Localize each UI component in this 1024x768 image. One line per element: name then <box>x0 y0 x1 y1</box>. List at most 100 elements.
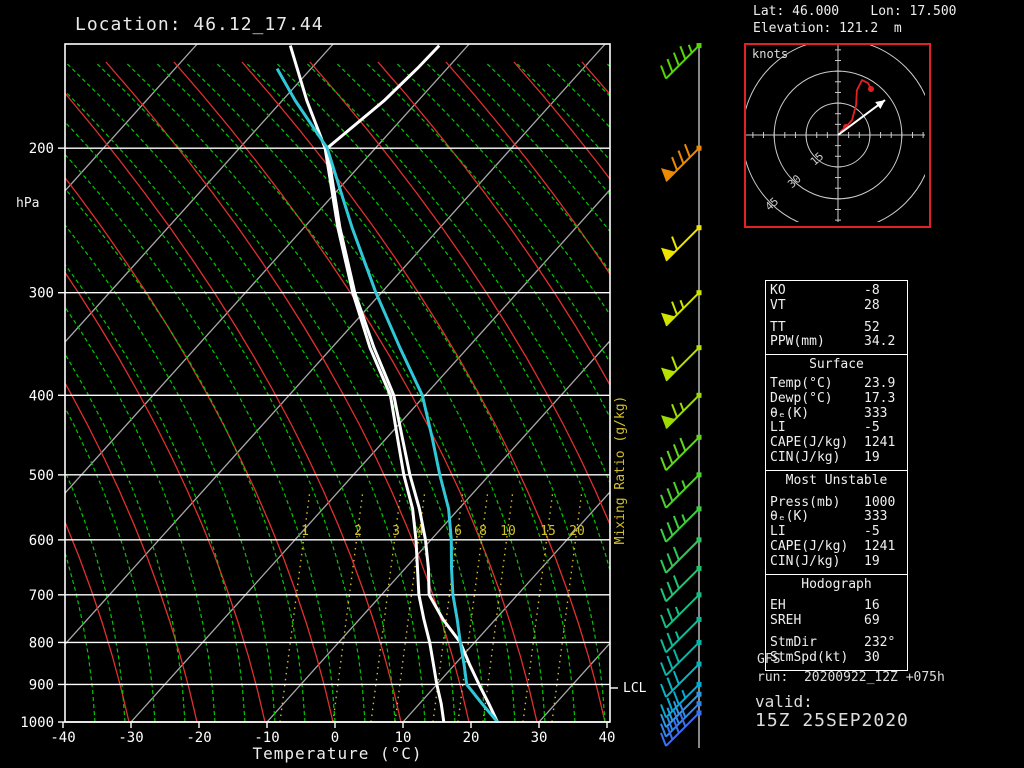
mixing-ratio-value-label: 6 <box>454 524 462 539</box>
indices-row-value: -5 <box>864 525 903 540</box>
indices-row-value: 1241 <box>864 540 903 555</box>
valid-time: 15Z 25SEP2020 <box>755 710 909 731</box>
mixing-ratio-axis-label: Mixing Ratio (g/kg) <box>613 396 628 545</box>
indices-row-value: 69 <box>864 614 903 629</box>
indices-box: KO-8VT28 TT52PPW(mm)34.2 <box>765 280 908 355</box>
indices-row: StmSpd(kt)30 <box>770 651 903 666</box>
indices-row-label: TT <box>770 321 864 336</box>
indices-row-value: 23.9 <box>864 377 903 392</box>
pressure-tick-label: 1000 <box>20 715 54 731</box>
indices-row-value: 30 <box>864 651 903 666</box>
mixing-ratio-value-label: 20 <box>569 524 585 539</box>
indices-row: StmDir232° <box>770 636 903 651</box>
indices-tables: KO-8VT28 TT52PPW(mm)34.2 Surface Temp(°C)23… <box>765 281 908 671</box>
indices-row-value: 34.2 <box>864 335 903 350</box>
wind-barb-column <box>661 43 702 748</box>
indices-row-value: 232° <box>864 636 903 651</box>
indices-row: SREH69 <box>770 614 903 629</box>
model-name: GFS <box>757 652 780 667</box>
mixing-ratio-value-label: 1 <box>301 524 309 539</box>
indices-row-label: CIN(J/kg) <box>770 555 864 570</box>
indices-box: Hodograph EH16SREH69 StmDir232°StmSpd(kt)3… <box>765 574 908 671</box>
wind-barb <box>661 640 702 676</box>
indices-row-label: CAPE(J/kg) <box>770 436 864 451</box>
indices-row-value: 1000 <box>864 496 903 511</box>
indices-row-value: 28 <box>864 299 903 314</box>
hodograph-grid: 153045 <box>746 45 925 222</box>
pressure-tick-label: 600 <box>29 533 54 549</box>
indices-row: CIN(J/kg)19 <box>770 451 903 466</box>
pressure-tick-label: 200 <box>29 141 54 157</box>
indices-row: LI-5 <box>770 525 903 540</box>
temperature-axis-label: Temperature (°C) <box>65 744 610 763</box>
hodograph-ring-label: 15 <box>808 150 827 169</box>
indices-box-header: Hodograph <box>770 578 903 593</box>
wind-barb <box>661 537 702 573</box>
indices-row-value: -8 <box>864 284 903 299</box>
indices-row-label: LI <box>770 525 864 540</box>
latlon-text: Lat: 46.000 Lon: 17.500 <box>753 4 957 19</box>
valid-label: valid: <box>755 692 813 711</box>
pressure-tick-label: 500 <box>29 468 54 484</box>
storm-motion-arrow <box>838 100 885 135</box>
indices-row-value: 1241 <box>864 436 903 451</box>
indices-row: Dewp(°C)17.3 <box>770 392 903 407</box>
indices-row-label: CIN(J/kg) <box>770 451 864 466</box>
wind-barb <box>661 144 702 181</box>
sounding-curves <box>277 46 497 722</box>
indices-row: CIN(J/kg)19 <box>770 555 903 570</box>
run-text: run: 20200922_12Z +075h <box>757 670 945 685</box>
indices-row-label: θₑ(K) <box>770 407 864 422</box>
lcl-label: LCL <box>623 681 647 696</box>
mixing-ratio-value-label: 3 <box>392 524 400 539</box>
indices-row: Press(mb)1000 <box>770 496 903 511</box>
indices-row: Temp(°C)23.9 <box>770 377 903 392</box>
indices-row-value: 333 <box>864 407 903 422</box>
elevation-text: Elevation: 121.2 m <box>753 21 902 36</box>
indices-row-label: EH <box>770 599 864 614</box>
indices-row-value: 19 <box>864 555 903 570</box>
indices-row-label: Dewp(°C) <box>770 392 864 407</box>
wind-barb <box>661 393 702 429</box>
indices-row: KO-8 <box>770 284 903 299</box>
wind-barb <box>661 43 702 79</box>
wind-barb <box>661 506 702 542</box>
indices-row-value: 333 <box>864 510 903 525</box>
indices-row-value: 17.3 <box>864 392 903 407</box>
pressure-tick-label: 900 <box>29 677 54 693</box>
wind-barb <box>661 225 702 261</box>
temperature-curve <box>327 46 497 722</box>
indices-row: CAPE(J/kg)1241 <box>770 540 903 555</box>
hodograph-panel: knots 153045 <box>744 43 931 228</box>
indices-box: Most UnstablePress(mb)1000θₑ(K)333LI-5CA… <box>765 470 908 575</box>
pressure-axis-label: hPa <box>16 196 39 211</box>
wind-barb <box>661 472 702 508</box>
mixing-ratio-value-label: 8 <box>479 524 487 539</box>
hodograph-trace <box>840 80 874 132</box>
indices-box: Surface Temp(°C)23.9Dewp(°C)17.3θₑ(K)333L… <box>765 354 908 471</box>
indices-row-label: VT <box>770 299 864 314</box>
indices-row-label: StmSpd(kt) <box>770 651 864 666</box>
indices-box-header: Surface <box>770 358 903 373</box>
indices-row-value: -5 <box>864 421 903 436</box>
hodograph-plot: 153045 <box>746 45 925 222</box>
indices-row-label: Press(mb) <box>770 496 864 511</box>
indices-row-label: StmDir <box>770 636 864 651</box>
mixing-ratio-value-label: 2 <box>354 524 362 539</box>
indices-row: LI-5 <box>770 421 903 436</box>
indices-row: PPW(mm)34.2 <box>770 335 903 350</box>
temperature-axis: -40-30-20-10010203040 <box>50 722 615 746</box>
indices-row: CAPE(J/kg)1241 <box>770 436 903 451</box>
indices-row: θₑ(K)333 <box>770 510 903 525</box>
indices-row-label: CAPE(J/kg) <box>770 540 864 555</box>
indices-row: EH16 <box>770 599 903 614</box>
hodograph-dot <box>868 86 874 92</box>
hodograph-unit-label: knots <box>752 47 788 61</box>
wind-barb <box>661 345 702 381</box>
lcl-marker: LCL <box>610 681 647 696</box>
indices-row: TT52 <box>770 321 903 336</box>
pressure-tick-label: 300 <box>29 286 54 302</box>
indices-row: VT28 <box>770 299 903 314</box>
wind-barb <box>661 435 702 471</box>
indices-row-value: 16 <box>864 599 903 614</box>
